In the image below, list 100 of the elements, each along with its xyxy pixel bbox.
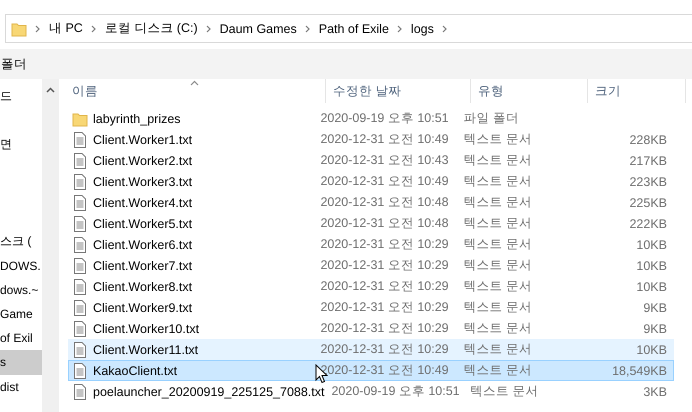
text-file-icon bbox=[72, 258, 88, 274]
modified-date: 2020-12-31 오전 10:29 bbox=[320, 279, 449, 293]
breadcrumb-segment[interactable]: logs bbox=[410, 22, 434, 36]
column-header[interactable]: 수정한 날짜 bbox=[326, 79, 471, 103]
breadcrumb-segment[interactable]: Daum Games bbox=[220, 22, 297, 36]
text-file-icon bbox=[72, 278, 88, 294]
sidebar-item[interactable]: dows.~ bbox=[0, 282, 38, 297]
text-file-icon bbox=[72, 132, 88, 148]
text-file-icon bbox=[72, 216, 88, 232]
file-name: labyrinth_prizes bbox=[93, 112, 181, 126]
column-header[interactable]: 크기 bbox=[588, 79, 686, 103]
sidebar-item[interactable]: 드 bbox=[0, 88, 12, 105]
file-name: Client.Worker1.txt bbox=[93, 132, 192, 146]
chevron-icon bbox=[206, 24, 212, 32]
file-size: 228KB bbox=[628, 132, 667, 146]
file-size: 3KB bbox=[642, 384, 667, 398]
file-size: 18,549KB bbox=[611, 364, 667, 378]
file-type: 파일 폴더 bbox=[464, 111, 520, 125]
text-file-icon bbox=[72, 300, 88, 316]
toolbar-label[interactable]: 폴더 bbox=[0, 56, 27, 72]
text-file-icon bbox=[72, 320, 88, 336]
file-size: 10KB bbox=[635, 342, 667, 356]
file-type: 텍스트 문서 bbox=[464, 195, 532, 209]
text-file-icon bbox=[72, 342, 88, 358]
file-name: Client.Worker11.txt bbox=[93, 342, 198, 356]
chevron-icon bbox=[90, 24, 97, 32]
text-file-icon bbox=[72, 236, 88, 252]
file-type: 텍스트 문서 bbox=[464, 132, 532, 146]
sidebar-item[interactable]: 면 bbox=[0, 136, 12, 153]
file-type: 텍스트 문서 bbox=[464, 258, 532, 272]
column-header[interactable]: 이름 bbox=[55, 79, 326, 103]
modified-date: 2020-12-31 오전 10:48 bbox=[320, 216, 449, 230]
folder-icon bbox=[11, 20, 27, 36]
file-type: 텍스트 문서 bbox=[464, 321, 532, 335]
file-type: 텍스트 문서 bbox=[470, 384, 539, 398]
modified-date: 2020-12-31 오전 10:29 bbox=[320, 258, 449, 272]
file-type: 텍스트 문서 bbox=[464, 216, 532, 230]
modified-date: 2020-09-19 오후 10:51 bbox=[320, 111, 449, 125]
file-name: Client.Worker9.txt bbox=[93, 300, 192, 314]
address-bar[interactable]: 내 PC 로컬 디스크 (C:) Daum Games Path of Exile logs bbox=[5, 14, 692, 43]
file-name: Client.Worker7.txt bbox=[93, 258, 192, 272]
file-row[interactable]: labyrinth_prizes 2020-09-19 오후 10:51 파일 폴더 bbox=[68, 108, 674, 129]
text-file-icon bbox=[72, 384, 88, 400]
file-size: 225KB bbox=[628, 196, 667, 210]
file-type: 텍스트 문서 bbox=[464, 279, 532, 293]
text-file-icon bbox=[72, 174, 88, 190]
file-row[interactable]: poelauncher_20200919_225125_7088.txt 2020-09-19 오후 10:51 텍스트 문서 3KB bbox=[68, 381, 674, 402]
sidebar-item[interactable]: Game bbox=[0, 307, 33, 322]
modified-date: 2020-12-31 오전 10:29 bbox=[320, 321, 449, 335]
text-file-icon bbox=[72, 362, 88, 378]
file-size: 10KB bbox=[635, 258, 667, 272]
file-row[interactable]: Client.Worker3.txt 2020-12-31 오전 10:49 텍스트 문서 223KB bbox=[68, 171, 674, 192]
sidebar-item[interactable]: of Exil bbox=[0, 331, 33, 346]
file-row[interactable]: Client.Worker8.txt 2020-12-31 오전 10:29 텍스트 문서 10KB bbox=[68, 276, 674, 297]
file-row[interactable]: Client.Worker6.txt 2020-12-31 오전 10:29 텍스트 문서 10KB bbox=[68, 234, 674, 255]
file-row[interactable]: Client.Worker10.txt 2020-12-31 오전 10:29 텍스트 문서 9KB bbox=[68, 318, 674, 339]
chevron-icon bbox=[442, 24, 448, 32]
file-row[interactable]: Client.Worker2.txt 2020-12-31 오전 10:43 텍스트 문서 217KB bbox=[68, 150, 674, 171]
breadcrumb-segment[interactable]: 로컬 디스크 (C:) bbox=[104, 20, 198, 37]
file-size: 9KB bbox=[642, 322, 667, 336]
file-row[interactable]: KakaoClient.txt 2020-12-31 오전 10:49 텍스트 문서 18,549KB bbox=[68, 360, 674, 381]
scrollbar[interactable] bbox=[42, 79, 59, 412]
file-row[interactable]: Client.Worker1.txt 2020-12-31 오전 10:49 텍스트 문서 228KB bbox=[68, 129, 674, 150]
file-row[interactable]: Client.Worker7.txt 2020-12-31 오전 10:29 텍스트 문서 10KB bbox=[68, 255, 674, 276]
modified-date: 2020-12-31 오전 10:48 bbox=[320, 195, 449, 209]
file-name: Client.Worker2.txt bbox=[93, 154, 192, 168]
modified-date: 2020-12-31 오전 10:29 bbox=[320, 237, 449, 251]
sidebar-item[interactable]: dist bbox=[0, 380, 19, 394]
file-row[interactable]: Client.Worker4.txt 2020-12-31 오전 10:48 텍스트 문서 225KB bbox=[68, 192, 674, 213]
modified-date: 2020-12-31 오전 10:49 bbox=[320, 132, 449, 146]
file-type: 텍스트 문서 bbox=[464, 237, 532, 251]
file-row[interactable]: Client.Worker11.txt 2020-12-31 오전 10:29 텍스트 문서 10KB bbox=[68, 339, 674, 360]
modified-date: 2020-12-31 오전 10:43 bbox=[320, 153, 449, 167]
file-type: 텍스트 문서 bbox=[464, 300, 532, 314]
sidebar-item[interactable]: 스크 ( bbox=[0, 232, 32, 250]
file-type: 텍스트 문서 bbox=[464, 174, 532, 188]
file-size: 9KB bbox=[642, 300, 667, 314]
modified-date: 2020-12-31 오전 10:49 bbox=[320, 363, 449, 377]
chevron-icon bbox=[35, 24, 41, 32]
file-name: Client.Worker8.txt bbox=[93, 280, 192, 294]
breadcrumb-segment[interactable]: 내 PC bbox=[49, 20, 83, 37]
text-file-icon bbox=[72, 152, 88, 168]
text-file-icon bbox=[72, 194, 88, 210]
file-name: Client.Worker4.txt bbox=[93, 196, 192, 210]
file-type: 텍스트 문서 bbox=[464, 153, 532, 167]
sidebar-item[interactable]: DOWS. bbox=[0, 258, 41, 273]
file-row[interactable]: Client.Worker5.txt 2020-12-31 오전 10:48 텍스트 문서 222KB bbox=[68, 213, 674, 234]
modified-date: 2020-12-31 오전 10:29 bbox=[320, 342, 449, 356]
column-header[interactable]: 유형 bbox=[471, 79, 588, 103]
file-name: poelauncher_20200919_225125_7088.txt bbox=[93, 384, 324, 398]
file-size: 222KB bbox=[628, 216, 667, 230]
folder-icon bbox=[72, 110, 88, 126]
file-name: Client.Worker6.txt bbox=[93, 238, 192, 252]
sidebar-item[interactable]: s bbox=[0, 350, 42, 374]
file-size: 217KB bbox=[628, 154, 667, 168]
breadcrumb-segment[interactable]: Path of Exile bbox=[318, 22, 389, 36]
scroll-up-icon[interactable] bbox=[46, 87, 55, 93]
file-row[interactable]: Client.Worker9.txt 2020-12-31 오전 10:29 텍스트 문서 9KB bbox=[68, 297, 674, 318]
file-type: 텍스트 문서 bbox=[464, 363, 532, 377]
file-type: 텍스트 문서 bbox=[464, 342, 532, 356]
